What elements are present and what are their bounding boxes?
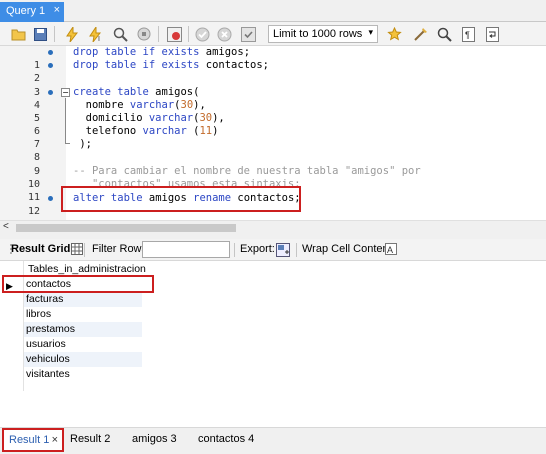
close-result-tab-icon[interactable]: ×: [52, 434, 58, 446]
highlight-box-alter-statement: [61, 186, 301, 212]
table-row[interactable]: visitantes: [24, 367, 142, 382]
code-line: 5 nombre varchar(30),: [33, 99, 206, 124]
limit-rows-select[interactable]: Limit to 1000 rows ▾: [268, 25, 378, 43]
code-line: 9: [33, 166, 40, 177]
beautify-icon[interactable]: [412, 26, 428, 42]
svg-text:I: I: [98, 36, 100, 42]
tab-amigos-3[interactable]: amigos 3: [132, 433, 177, 445]
close-tab-icon[interactable]: ×: [54, 4, 60, 16]
find-icon[interactable]: [436, 26, 452, 42]
table-row[interactable]: usuarios: [24, 337, 142, 352]
result-tabs: Result 1 × Result 2 amigos 3 contactos 4: [0, 427, 546, 454]
invisible-chars-icon[interactable]: ¶: [460, 26, 476, 42]
scrollbar-thumb[interactable]: [16, 224, 236, 232]
svg-text:A: A: [387, 245, 393, 255]
add-snippet-icon[interactable]: [386, 26, 402, 42]
code-line: 4 − create table amigos(: [33, 86, 200, 111]
code-line: 8 );: [33, 138, 92, 163]
table-row[interactable]: facturas: [24, 292, 142, 307]
execute-icon[interactable]: [64, 26, 80, 42]
sql-editor[interactable]: 1 drop table if exists amigos; 2 drop ta…: [0, 46, 546, 230]
tab-query-1-label: Query 1: [6, 5, 46, 17]
tab-query-1[interactable]: Query 1 ×: [0, 2, 64, 22]
fold-guide-end: [65, 143, 70, 144]
table-row[interactable]: prestamos: [24, 322, 142, 337]
editor-horizontal-scrollbar[interactable]: <: [0, 220, 546, 234]
results-toolbar: Result Grid Filter Rows: Export: Wrap Ce…: [0, 239, 546, 261]
stop-icon[interactable]: [136, 26, 152, 42]
open-file-icon[interactable]: [10, 26, 26, 42]
tab-result-1[interactable]: Result 1 ×: [2, 428, 64, 452]
tab-result-1-label: Result 1: [9, 434, 50, 446]
export-icon[interactable]: [276, 243, 290, 257]
code-line: 6 domicilio varchar(30),: [33, 112, 225, 137]
save-icon[interactable]: [32, 26, 48, 42]
wrap-cell-label: Wrap Cell Content:: [302, 243, 395, 255]
toggle-continue-on-error-icon[interactable]: [166, 26, 182, 42]
code-line: 10 -- Para cambiar el nombre de nuestra …: [27, 165, 421, 190]
rollback-icon[interactable]: [216, 26, 232, 42]
autocommit-icon[interactable]: [240, 26, 256, 42]
scroll-left-icon[interactable]: <: [3, 221, 9, 232]
table-row[interactable]: vehiculos: [24, 352, 142, 367]
result-grid-label[interactable]: Result Grid: [11, 243, 70, 255]
highlight-box-contactos-row: [2, 275, 154, 293]
table-row[interactable]: libros: [24, 307, 142, 322]
code-line: 2 drop table if exists contactos;: [33, 59, 269, 84]
chevron-down-icon: ▾: [368, 27, 373, 37]
svg-text:¶: ¶: [465, 30, 470, 40]
query-tab-bar: Query 1 ×: [0, 0, 546, 22]
sql-editor-toolbar: I Limit to 1000 rows ▾ ¶: [0, 22, 546, 46]
tab-contactos-4[interactable]: contactos 4: [198, 433, 254, 445]
grid-view-icon[interactable]: [70, 243, 84, 257]
code-line: 3: [33, 87, 40, 98]
commit-icon[interactable]: [194, 26, 210, 42]
code-line: 1 drop table if exists amigos;: [33, 46, 251, 71]
execute-statement-icon[interactable]: I: [88, 26, 104, 42]
wrap-cell-icon[interactable]: A: [384, 243, 398, 257]
code-line: 7 telefono varchar (11): [33, 125, 219, 150]
wrap-lines-icon[interactable]: [484, 26, 500, 42]
export-label: Export:: [240, 243, 275, 255]
filter-rows-input[interactable]: [142, 241, 230, 258]
tab-result-2[interactable]: Result 2: [70, 433, 110, 445]
fold-toggle-icon[interactable]: −: [61, 88, 70, 97]
explain-icon[interactable]: [112, 26, 128, 42]
result-grid: Tables_in_administracion contactos factu…: [0, 261, 546, 427]
limit-rows-label: Limit to 1000 rows: [273, 28, 363, 40]
